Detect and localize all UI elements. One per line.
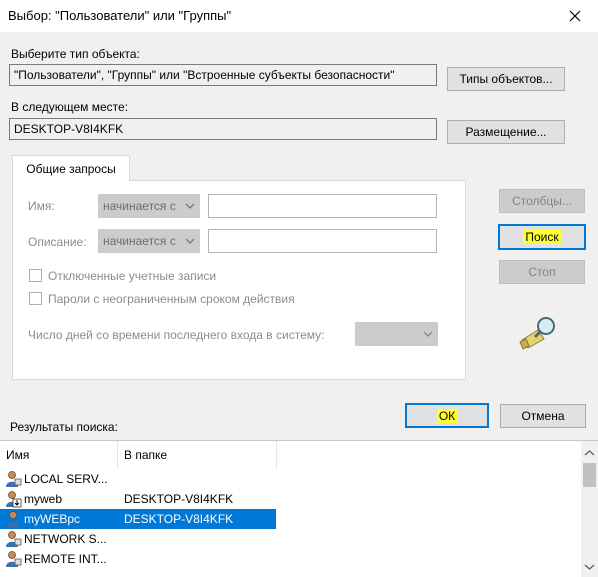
- column-header-folder[interactable]: В папке: [118, 441, 276, 469]
- row-name: myWEBpc: [24, 512, 81, 526]
- stop-button[interactable]: Стоп: [499, 260, 585, 284]
- close-button[interactable]: [552, 0, 598, 32]
- row-name: REMOTE INT...: [24, 552, 107, 566]
- name-match-value: начинается с: [103, 199, 176, 213]
- nonexpiring-passwords-label: Пароли с неограниченным сроком действия: [48, 292, 295, 306]
- list-item[interactable]: REMOTE INT...: [0, 549, 276, 569]
- name-match-select[interactable]: начинается с: [98, 194, 200, 218]
- ok-button[interactable]: ОК: [405, 403, 489, 428]
- row-folder: DESKTOP-V8I4KFK: [124, 492, 234, 506]
- columns-button[interactable]: Столбцы...: [499, 189, 585, 213]
- list-item[interactable]: myweb DESKTOP-V8I4KFK: [0, 489, 276, 509]
- row-folder: DESKTOP-V8I4KFK: [124, 512, 234, 526]
- object-type-field: "Пользователи", "Группы" или "Встроенные…: [9, 64, 437, 86]
- search-button-label: Поиск: [523, 230, 561, 244]
- days-since-logon-select[interactable]: [355, 322, 438, 346]
- builtin-user-icon: [6, 471, 22, 487]
- scroll-up-icon[interactable]: [581, 445, 598, 462]
- ok-button-label: ОК: [436, 408, 458, 423]
- object-types-button[interactable]: Типы объектов...: [447, 67, 565, 91]
- nonexpiring-passwords-checkbox[interactable]: [29, 292, 42, 305]
- list-item[interactable]: NETWORK S...: [0, 529, 276, 549]
- window-title: Выбор: "Пользователи" или "Группы": [8, 8, 232, 23]
- builtin-user-icon: [6, 531, 22, 547]
- row-name: LOCAL SERV...: [24, 472, 108, 486]
- user-down-icon: [6, 491, 22, 508]
- location-label: В следующем месте:: [11, 100, 129, 114]
- scrollbar-thumb[interactable]: [583, 463, 596, 487]
- user-icon: [7, 511, 19, 527]
- cancel-button[interactable]: Отмена: [500, 404, 586, 428]
- description-match-select[interactable]: начинается с: [98, 229, 200, 253]
- row-name: NETWORK S...: [24, 532, 107, 546]
- location-field: DESKTOP-V8I4KFK: [9, 118, 437, 140]
- title-bar: Выбор: "Пользователи" или "Группы": [0, 0, 598, 32]
- description-match-value: начинается с: [103, 234, 176, 248]
- column-header-name[interactable]: Имя: [0, 441, 118, 469]
- object-type-label: Выберите тип объекта:: [11, 47, 140, 61]
- column-separator[interactable]: [276, 441, 277, 469]
- chevron-down-icon: [185, 238, 195, 244]
- disabled-accounts-checkbox[interactable]: [29, 269, 42, 282]
- row-name: myweb: [24, 492, 63, 506]
- search-results-list[interactable]: Имя В папке LOCAL SERV... myweb DESKTOP-…: [0, 440, 598, 577]
- list-item[interactable]: myWEBpc DESKTOP-V8I4KFK: [0, 509, 276, 529]
- close-icon: [569, 10, 581, 22]
- chevron-down-icon: [185, 203, 195, 209]
- chevron-down-icon: [423, 331, 433, 337]
- name-input[interactable]: [208, 194, 437, 218]
- search-results-label: Результаты поиска:: [10, 420, 118, 434]
- locations-button[interactable]: Размещение...: [447, 120, 565, 144]
- name-label: Имя:: [28, 199, 55, 213]
- builtin-user-icon: [6, 551, 22, 567]
- description-label: Описание:: [28, 235, 87, 249]
- description-input[interactable]: [208, 229, 437, 253]
- scroll-down-icon[interactable]: [581, 558, 598, 575]
- search-flashlight-icon: [516, 312, 560, 352]
- vertical-scrollbar[interactable]: [581, 441, 598, 577]
- days-since-logon-label: Число дней со времени последнего входа в…: [28, 328, 325, 342]
- disabled-accounts-label: Отключенные учетные записи: [48, 269, 217, 283]
- tab-common-queries[interactable]: Общие запросы: [12, 155, 130, 181]
- list-item[interactable]: LOCAL SERV...: [0, 469, 276, 489]
- search-button[interactable]: Поиск: [498, 224, 586, 250]
